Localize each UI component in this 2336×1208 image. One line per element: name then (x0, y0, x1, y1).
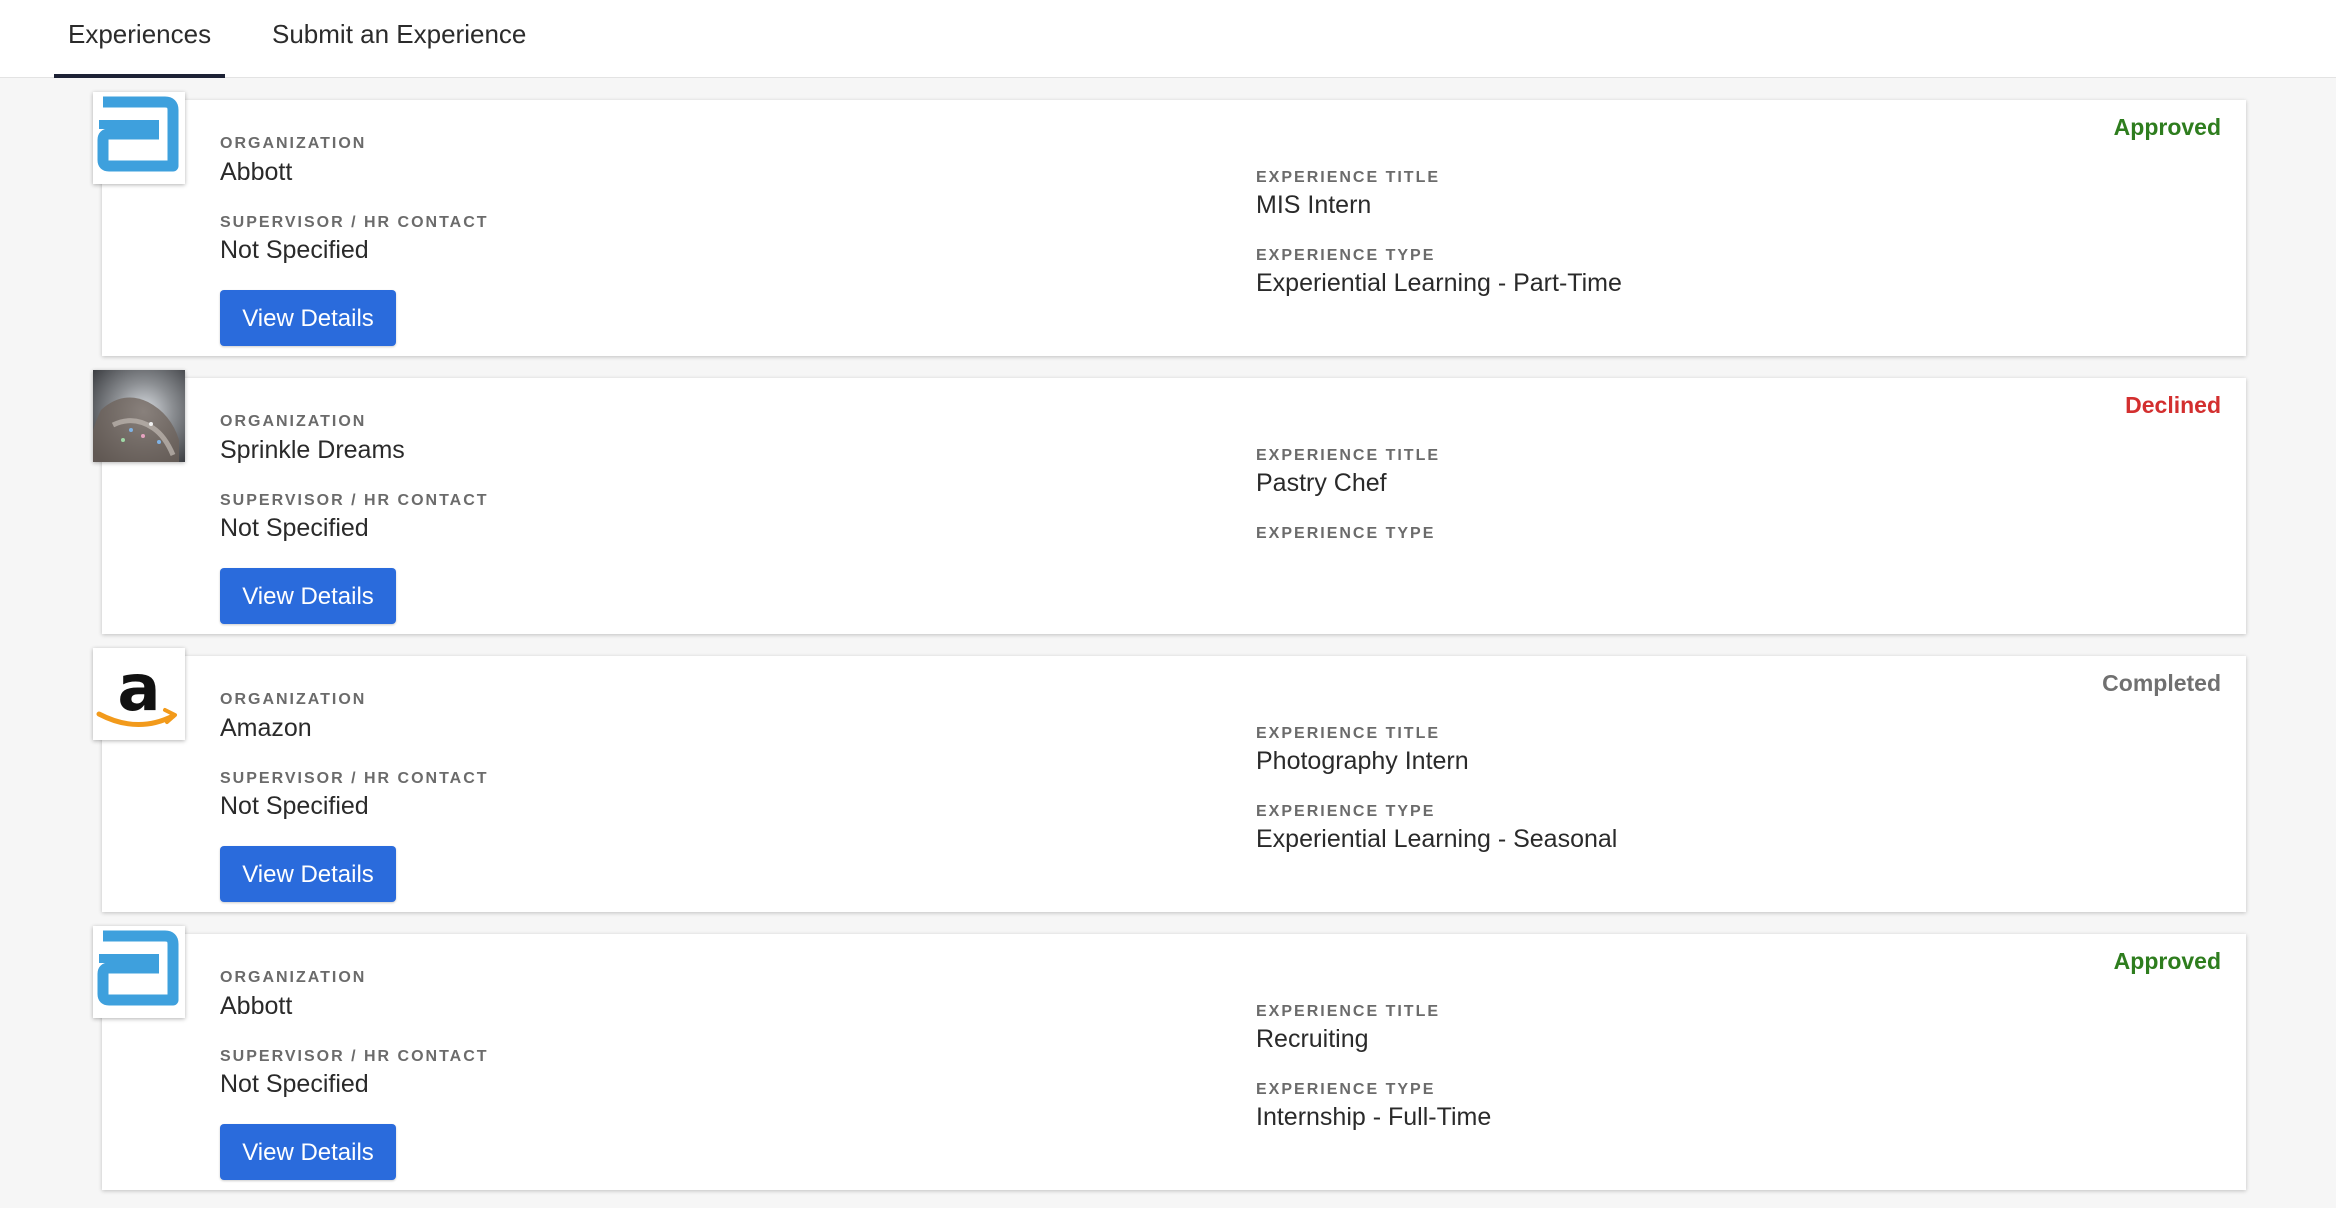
svg-text:a: a (117, 652, 160, 726)
experience-type-label: Experience Type (1256, 1081, 1436, 1098)
tab-experiences[interactable]: Experiences (54, 0, 226, 78)
experience-card: Organization Sprinkle Dreams Supervisor … (93, 370, 2246, 634)
organization-value: Abbott (220, 992, 293, 1020)
experience-type-label: Experience Type (1256, 803, 1436, 820)
status-badge: Approved (2113, 948, 2221, 974)
experience-card: Organization Abbott Supervisor / HR Cont… (93, 92, 2246, 356)
supervisor-value: Not Specified (220, 1070, 369, 1098)
view-details-button[interactable]: View Details (220, 1124, 396, 1180)
experience-title-label: Experience Title (1256, 169, 1441, 186)
organization-label: Organization (220, 135, 367, 152)
view-details-button[interactable]: View Details (220, 290, 396, 346)
supervisor-value: Not Specified (220, 792, 369, 820)
experience-type-value: Experiential Learning - Seasonal (1256, 825, 1618, 853)
supervisor-value: Not Specified (220, 236, 369, 264)
experience-type-value: Internship - Full-Time (1256, 1103, 1492, 1131)
experience-title-value: MIS Intern (1256, 191, 1372, 219)
organization-label: Organization (220, 691, 367, 708)
organization-value: Abbott (220, 158, 293, 186)
status-badge: Completed (2102, 670, 2221, 696)
experience-type-label: Experience Type (1256, 247, 1436, 264)
organization-value: Sprinkle Dreams (220, 436, 405, 464)
experience-type-value: Experiential Learning - Part-Time (1256, 269, 1622, 297)
status-badge: Approved (2113, 114, 2221, 140)
experience-title-label: Experience Title (1256, 1003, 1441, 1020)
experience-title-value: Photography Intern (1256, 747, 1469, 775)
experience-type-label: Experience Type (1256, 525, 1436, 542)
abbott-logo-icon (93, 926, 185, 1018)
supervisor-label: Supervisor / HR Contact (220, 214, 489, 231)
experience-title-label: Experience Title (1256, 725, 1441, 742)
status-badge: Declined (2125, 392, 2221, 418)
view-details-button[interactable]: View Details (220, 846, 396, 902)
experience-card: a Organization Amazon Supervisor / HR Co… (93, 648, 2246, 912)
supervisor-label: Supervisor / HR Contact (220, 492, 489, 509)
experience-title-label: Experience Title (1256, 447, 1441, 464)
abbott-logo-icon (93, 92, 185, 184)
experience-title-value: Recruiting (1256, 1025, 1369, 1053)
supervisor-label: Supervisor / HR Contact (220, 770, 489, 787)
organization-value: Amazon (220, 714, 312, 742)
view-details-button[interactable]: View Details (220, 568, 396, 624)
experience-card: Organization Abbott Supervisor / HR Cont… (93, 926, 2246, 1190)
supervisor-value: Not Specified (220, 514, 369, 542)
experience-title-value: Pastry Chef (1256, 469, 1387, 497)
amazon-logo-icon: a (93, 648, 185, 740)
organization-label: Organization (220, 413, 367, 430)
tab-submit-experience[interactable]: Submit an Experience (258, 0, 540, 78)
pastry-photo-icon (93, 370, 185, 462)
organization-label: Organization (220, 969, 367, 986)
supervisor-label: Supervisor / HR Contact (220, 1048, 489, 1065)
top-navigation: Experiences Submit an Experience (0, 0, 2336, 78)
